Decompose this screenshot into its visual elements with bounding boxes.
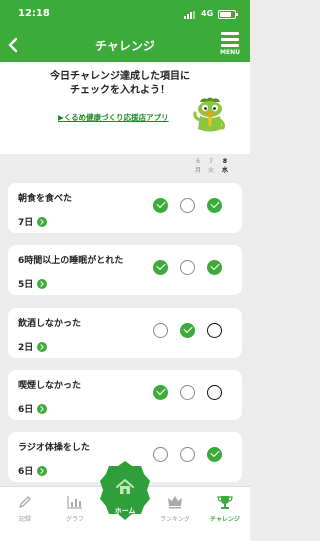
page-title: チャレンジ (95, 39, 155, 53)
challenge-title: ラジオ体操をした (18, 443, 90, 453)
challenge-title: 朝食を食べた (18, 194, 73, 204)
crown-icon (168, 496, 182, 509)
challenge-title: 喫煙しなかった (18, 381, 82, 391)
day-number: 8 (222, 158, 228, 165)
challenge-card-breakfast: 朝食を食べた 7日 (8, 183, 242, 233)
tab-ranking[interactable]: ランキング (150, 487, 200, 541)
streak-count: 6日 (18, 405, 34, 415)
day-weekday: 火 (207, 167, 214, 174)
day-header-mon: 6 月 (192, 157, 204, 175)
tab-home[interactable]: ホーム (99, 459, 151, 523)
challenge-card-sleep: 6時間以上の睡眠がとれた 5日 (8, 245, 242, 295)
day-header-tue: 7 火 (205, 157, 217, 175)
day-check-wed[interactable] (207, 385, 222, 400)
menu-button[interactable]: MENU (216, 30, 244, 60)
day-check-tue[interactable] (180, 447, 195, 462)
signal-icon (184, 11, 198, 19)
tab-label: 記録 (18, 516, 31, 523)
day-check-mon[interactable] (153, 447, 168, 462)
menu-icon (216, 30, 244, 49)
day-check-tue[interactable] (180, 323, 195, 338)
challenge-card-no-smoking: 喫煙しなかった 6日 (8, 370, 242, 420)
menu-label: MENU (220, 49, 240, 56)
challenge-card-no-alcohol: 飲酒しなかった 2日 (8, 308, 242, 358)
tab-label: グラフ (65, 516, 84, 523)
day-number: 7 (209, 158, 213, 165)
arrow-right-icon (37, 216, 48, 227)
arrow-right-icon (37, 341, 48, 352)
battery-icon (218, 10, 238, 19)
streak-count: 2日 (18, 343, 34, 353)
pencil-icon (19, 496, 31, 508)
tab-label: ランキング (160, 516, 190, 523)
day-check-mon[interactable] (153, 323, 168, 338)
tab-record[interactable]: 記録 (0, 487, 50, 541)
intro-message-line2: チェックを入れよう！ (70, 85, 170, 96)
day-check-tue[interactable] (180, 385, 195, 400)
day-header-wed: 8 水 (219, 157, 231, 175)
day-check-wed[interactable] (207, 198, 222, 213)
challenge-title: 飲酒しなかった (18, 319, 82, 329)
streak-link[interactable]: 5日 (18, 273, 48, 290)
arrow-right-icon (37, 465, 48, 476)
day-weekday: 月 (194, 167, 201, 174)
arrow-right-icon (37, 403, 48, 414)
streak-link[interactable]: 6日 (18, 460, 48, 477)
intro-message: 今日チャレンジ達成した項目に チェックを入れよう！ (35, 70, 205, 98)
day-check-tue[interactable] (180, 260, 195, 275)
streak-count: 5日 (18, 280, 34, 290)
status-bar: 12:18 4G (0, 0, 250, 28)
day-weekday: 水 (221, 167, 228, 174)
day-check-wed[interactable] (207, 447, 222, 462)
bar-chart-icon (67, 496, 82, 509)
streak-link[interactable]: 7日 (18, 211, 48, 228)
status-time: 12:18 (18, 8, 50, 19)
tab-label: チャレンジ (210, 516, 240, 523)
trophy-icon (217, 496, 233, 509)
challenge-title: 6時間以上の睡眠がとれた (18, 256, 124, 266)
mascot-icon (193, 97, 226, 132)
nav-bar: チャレンジ MENU (0, 28, 250, 62)
day-check-wed[interactable] (207, 323, 222, 338)
day-number: 6 (196, 158, 200, 165)
home-icon (116, 479, 134, 494)
intro-message-line1: 今日チャレンジ達成した項目に (50, 71, 190, 82)
day-check-mon[interactable] (153, 198, 168, 213)
arrow-right-icon (37, 278, 48, 289)
network-label: 4G (201, 9, 214, 18)
tab-label: ホーム (114, 507, 136, 515)
day-check-mon[interactable] (153, 260, 168, 275)
day-check-mon[interactable] (153, 385, 168, 400)
tab-graph[interactable]: グラフ (50, 487, 100, 541)
streak-link[interactable]: 6日 (18, 398, 48, 415)
day-check-wed[interactable] (207, 260, 222, 275)
tab-challenge[interactable]: チャレンジ (200, 487, 250, 541)
day-check-tue[interactable] (180, 198, 195, 213)
streak-count: 6日 (18, 467, 34, 477)
streak-count: 7日 (18, 218, 34, 228)
app-link[interactable]: ▶くるめ健康づくり応援店アプリ (58, 112, 169, 123)
streak-link[interactable]: 2日 (18, 336, 48, 353)
